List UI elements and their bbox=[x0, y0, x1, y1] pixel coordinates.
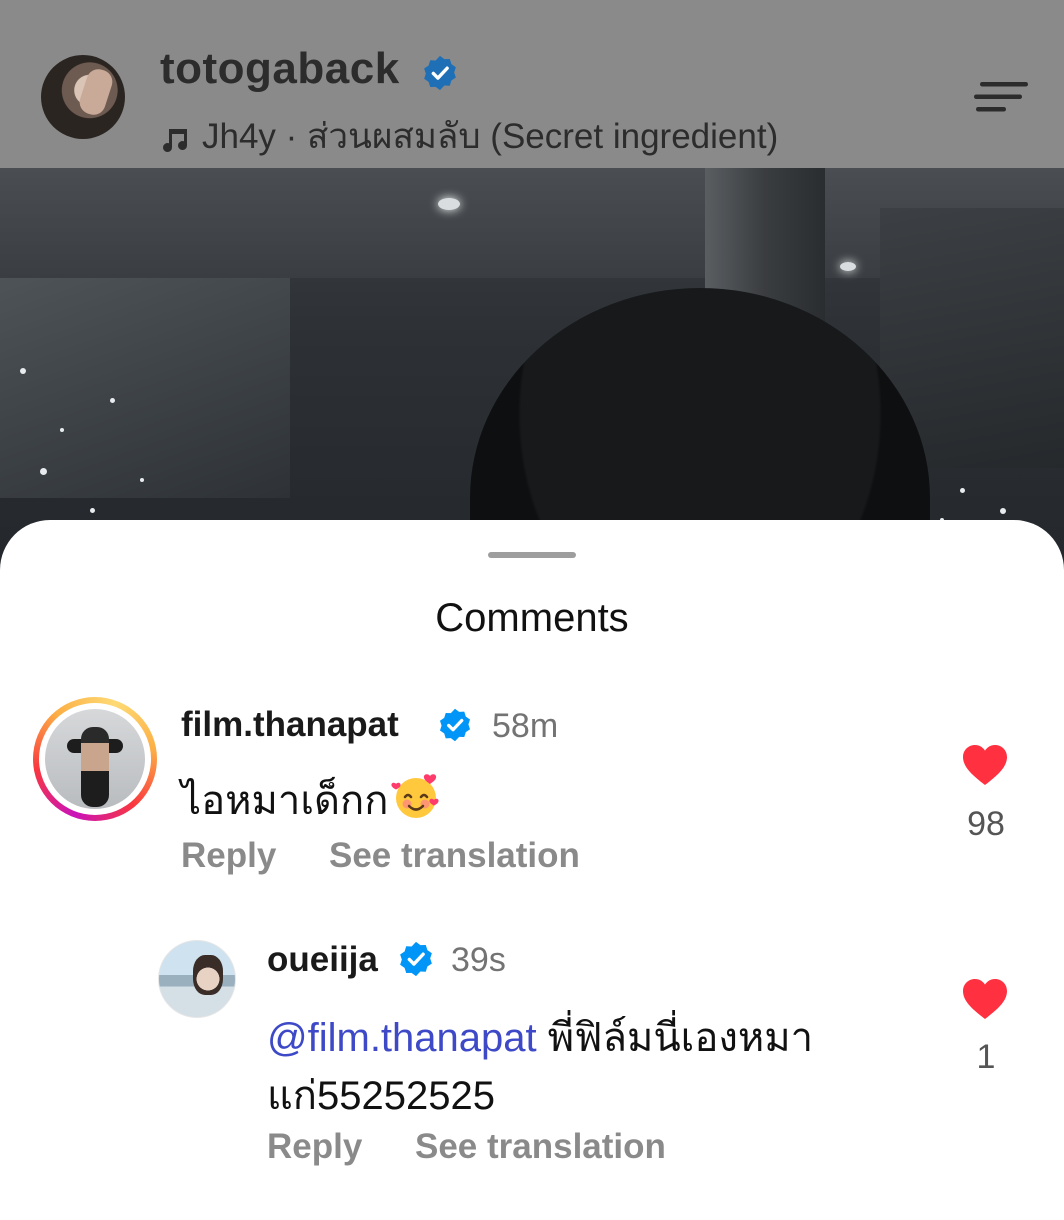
comments-title: Comments bbox=[435, 596, 629, 640]
comment-text-body: ไอหมาเด็กก bbox=[181, 779, 389, 823]
mention-link[interactable]: @film.thanapat bbox=[267, 1016, 537, 1060]
verified-badge-icon bbox=[400, 941, 432, 977]
comment-text-line-1: @film.thanapat พี่ฟิล์มนี่เองหมา bbox=[267, 1005, 813, 1069]
music-track-label: Jh4y · ส่วนผสมลับ (Secret ingredient) bbox=[202, 117, 779, 156]
header-username[interactable]: totogaback bbox=[160, 44, 400, 94]
comment-text: ไอหมาเด็กก bbox=[181, 768, 442, 832]
reel-header: totogaback Jh4y · ส่วนผสมลับ (Secret ing… bbox=[0, 0, 1064, 168]
menu-icon[interactable] bbox=[974, 80, 1030, 114]
see-translation-button[interactable]: See translation bbox=[415, 1127, 666, 1167]
verified-badge-icon bbox=[439, 708, 471, 742]
verified-badge-icon bbox=[424, 55, 456, 91]
reply-button[interactable]: Reply bbox=[181, 836, 276, 876]
like-count: 98 bbox=[967, 805, 1005, 843]
smiling-face-with-hearts-icon bbox=[391, 774, 439, 818]
comment-timestamp: 58m bbox=[492, 707, 559, 745]
profile-avatar[interactable] bbox=[41, 55, 125, 139]
reply-button[interactable]: Reply bbox=[267, 1127, 362, 1167]
music-note-icon bbox=[163, 128, 188, 152]
see-translation-button[interactable]: See translation bbox=[329, 836, 580, 876]
sheet-drag-handle[interactable] bbox=[488, 552, 576, 558]
comment-text-line-2: แก่55252525 bbox=[267, 1074, 495, 1118]
comment-timestamp: 39s bbox=[451, 941, 506, 979]
like-heart-icon[interactable] bbox=[962, 978, 1008, 1020]
comment-avatar-oueiija[interactable] bbox=[158, 940, 236, 1018]
comment-username[interactable]: film.thanapat bbox=[181, 705, 399, 745]
music-track[interactable]: Jh4y · ส่วนผสมลับ (Secret ingredient) bbox=[160, 109, 778, 164]
like-heart-icon[interactable] bbox=[962, 744, 1008, 786]
comment-username[interactable]: oueiija bbox=[267, 940, 378, 980]
comment-avatar-film-thanapat[interactable] bbox=[33, 697, 157, 821]
comment-text-body: พี่ฟิล์มนี่เองหมา bbox=[536, 1016, 814, 1060]
like-count: 1 bbox=[976, 1038, 996, 1076]
